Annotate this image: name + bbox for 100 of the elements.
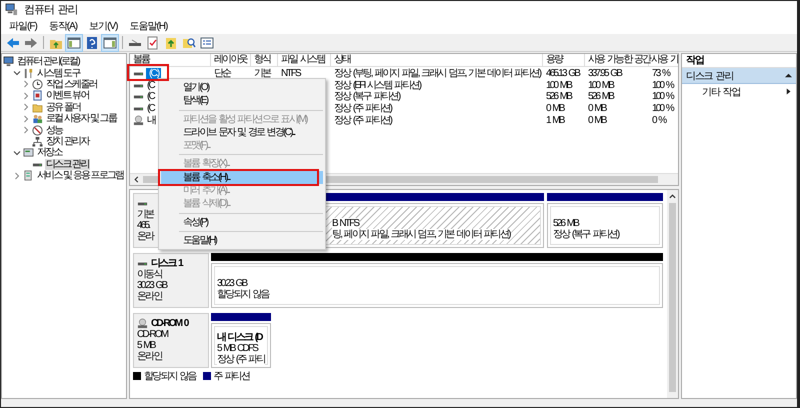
section-header[interactable]: 디스크 관리	[682, 68, 796, 84]
list-view-icon	[200, 36, 214, 50]
partition-text: 할당되지 않음	[217, 288, 269, 300]
services-icon	[23, 170, 34, 182]
partition-text: 30.23 GB	[217, 278, 246, 288]
disk-info: 5 MB	[137, 340, 155, 351]
back-arrow-icon	[6, 36, 20, 50]
legend-label: 주 파티션	[214, 370, 249, 382]
menu-item[interactable]: 파일(F)	[3, 19, 43, 33]
menu-item[interactable]: 드라이브 문자 및 경로 변경(C)...	[161, 126, 323, 140]
column-header[interactable]: 형식	[251, 54, 278, 66]
table-cell: 100 %	[652, 80, 673, 91]
column-header[interactable]: 사용 가능한 공간	[585, 54, 649, 66]
disk-info: 465.	[137, 220, 150, 231]
tree-item[interactable]: 저장소	[36, 147, 64, 158]
toolbar-button[interactable]	[102, 34, 118, 50]
chevron-right-icon[interactable]	[12, 172, 20, 180]
collapse-arrow-icon[interactable]	[785, 72, 792, 79]
cd-drive-icon	[137, 318, 148, 329]
gauge-icon	[32, 124, 43, 136]
chevron-right-icon[interactable]	[22, 103, 30, 112]
table-cell: 100 MB	[588, 80, 614, 91]
tree-item[interactable]: 서비스 및 응용 프로그램	[36, 170, 126, 182]
volume-name[interactable]: (C	[146, 91, 155, 102]
table-cell: 100 %	[652, 103, 673, 114]
menu-item[interactable]: 동작(A)	[42, 19, 84, 33]
menu-item[interactable]: 열기(O)	[161, 81, 323, 94]
table-cell: 526 MB	[588, 91, 614, 102]
volume-name[interactable]: 내	[146, 114, 156, 126]
partition-text: 5 MB CDFS	[217, 343, 258, 354]
chevron-right-icon[interactable]	[22, 126, 30, 134]
column-header[interactable]: 파일 시스템	[278, 54, 331, 66]
toolbar-button[interactable]	[199, 34, 215, 50]
scroll-left-icon[interactable]	[133, 176, 140, 183]
menu-item[interactable]: 볼륨 축소(H)...	[161, 170, 323, 184]
toolbar-button[interactable]	[66, 34, 82, 50]
chevron-right-icon[interactable]	[22, 114, 30, 123]
disk-info: 이동식	[137, 269, 162, 280]
tools-icon	[23, 68, 34, 79]
tree-item[interactable]: 컴퓨터 관리(로컬)	[16, 56, 81, 68]
tree-item[interactable]: 장치 관리자	[45, 136, 90, 147]
tree-item[interactable]: 디스크 관리	[45, 158, 90, 170]
table-cell: 정상 (부팅, 페이지 파일, 크래시 덤프, 기본 데이터 파티션)	[334, 68, 540, 80]
menu-item[interactable]: 탐색(E)	[161, 94, 323, 108]
table-cell: 정상 (EFI 시스템 파티션)	[334, 80, 420, 91]
table-cell: 정상 (복구 파티션)	[334, 91, 400, 102]
tree-item[interactable]: 로컬 사용자 및 그룹	[45, 113, 118, 124]
scroll-up-icon[interactable]	[669, 193, 676, 200]
table-cell: 1 MB	[546, 114, 564, 126]
column-header[interactable]: 레이아웃	[211, 54, 251, 66]
tree-item[interactable]: 공유 폴더	[45, 102, 82, 113]
highlight-frame	[127, 64, 169, 81]
column-header[interactable]: 사용 가	[649, 54, 678, 66]
column-header[interactable]: 용량	[543, 54, 585, 66]
volume-name[interactable]: (C	[146, 103, 155, 114]
table-cell: 526 MB	[546, 91, 572, 102]
menu-item[interactable]: 보기(V)	[83, 19, 124, 33]
column-header[interactable]: 상태	[331, 54, 543, 66]
disk-info: CD-ROM	[137, 329, 168, 340]
column-header[interactable]: 볼륨	[130, 54, 211, 66]
volume-name[interactable]: (C:)	[146, 68, 162, 80]
submenu-arrow-icon	[786, 88, 792, 95]
menu-item[interactable]: 도움말(H)	[123, 19, 174, 33]
partition-text: B NTFS	[332, 218, 358, 228]
vertical-scrollbar[interactable]	[667, 190, 678, 398]
device-tree-icon	[32, 136, 43, 147]
computer-management-icon	[5, 3, 18, 16]
checked-document-icon	[146, 36, 160, 50]
disk-info: 온라	[137, 231, 154, 242]
cd-drive-icon	[133, 114, 144, 126]
table-cell: 0 MB	[588, 103, 606, 114]
tree-item[interactable]: 작업 스케줄러	[45, 78, 99, 90]
chevron-down-icon[interactable]	[12, 69, 20, 78]
table-cell: 정상 (주 파티션)	[334, 114, 392, 126]
search-icon	[182, 36, 196, 50]
action-item[interactable]: 기타 작업	[682, 84, 796, 99]
legend-label: 할당되지 않음	[144, 370, 196, 382]
partition-text: 정상 (복구 파티션)	[553, 228, 618, 240]
disk-info: 기본	[137, 209, 154, 220]
tree-item[interactable]: 시스템 도구	[36, 68, 82, 79]
table-cell: 0 MB	[546, 103, 564, 114]
action-pane-icon	[103, 36, 117, 50]
tree-item[interactable]: 이벤트 뷰어	[45, 90, 90, 102]
computer-icon	[3, 56, 14, 68]
table-cell: 100 %	[652, 91, 673, 102]
storage-icon	[23, 147, 34, 158]
table-cell: 337.95 GB	[588, 68, 622, 80]
toolbar-button[interactable]	[84, 34, 100, 50]
disk-name: CD-ROM 0	[151, 318, 188, 329]
table-cell: 0 MB	[588, 114, 606, 126]
volume-name[interactable]: (C	[146, 80, 155, 91]
clock-icon	[32, 78, 43, 90]
disk-info: 온라인	[137, 351, 162, 362]
table-cell: 100 MB	[546, 80, 572, 91]
forward-arrow-icon	[24, 36, 38, 50]
chevron-down-icon[interactable]	[12, 148, 20, 157]
tree-item[interactable]: 성능	[45, 124, 64, 136]
table-cell: NTFS	[281, 68, 300, 80]
chevron-right-icon[interactable]	[22, 92, 30, 100]
table-cell: 정상 (주 파티션)	[334, 103, 392, 114]
